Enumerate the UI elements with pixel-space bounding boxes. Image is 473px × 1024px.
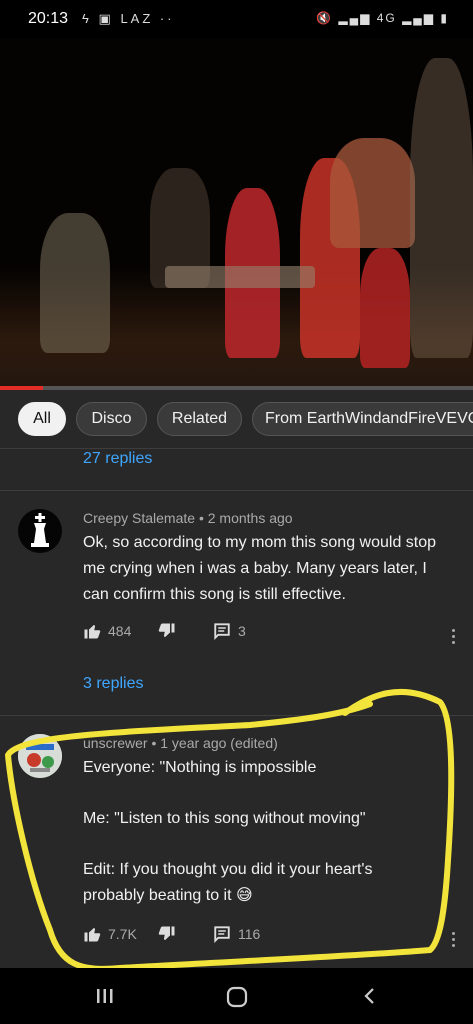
video-performer xyxy=(40,213,110,353)
recents-icon[interactable] xyxy=(95,986,115,1011)
comment-icon xyxy=(214,623,230,640)
video-performer xyxy=(330,138,415,248)
comment-actions: 484 3 xyxy=(83,622,463,642)
comment-text: Ok, so according to my mom this song wou… xyxy=(83,534,437,603)
like-count: 484 xyxy=(108,623,132,639)
comment-actions: 7.7K 116 xyxy=(83,925,463,945)
chip-from-channel[interactable]: From EarthWindandFireVEVO xyxy=(252,402,473,436)
avatar[interactable] xyxy=(18,734,62,778)
signal-icon: ▂▄▆ xyxy=(402,11,436,25)
replies-link[interactable]: 3 replies xyxy=(83,675,143,693)
filter-chips: All Disco Related From EarthWindandFireV… xyxy=(0,390,473,448)
home-icon[interactable] xyxy=(226,986,248,1013)
comment-meta: Creepy Stalemate • 2 months ago xyxy=(83,510,293,526)
replies-link-previous[interactable]: 27 replies xyxy=(83,450,152,468)
dislike-button[interactable] xyxy=(158,622,176,640)
chip-disco[interactable]: Disco xyxy=(76,402,147,436)
video-performer xyxy=(360,248,410,368)
divider xyxy=(0,490,473,491)
comment-text-line: Everyone: "Nothing is impossible xyxy=(83,759,317,776)
reply-button[interactable]: 3 xyxy=(213,622,246,640)
comment-text-line: Edit: If you thought you did it your hea… xyxy=(83,861,373,904)
status-time: 20:13 xyxy=(28,10,69,27)
gallery-icon: ▣ xyxy=(98,11,114,26)
more-options-icon[interactable] xyxy=(452,626,455,647)
reply-button[interactable]: 116 xyxy=(213,925,260,943)
more-dots-icon: ·· xyxy=(159,11,175,26)
laz-label: LAZ xyxy=(120,11,154,26)
messenger-icon: ϟ xyxy=(82,11,92,26)
more-options-icon[interactable] xyxy=(452,929,455,950)
avatar[interactable] xyxy=(18,509,62,553)
comment-icon xyxy=(214,926,230,943)
video-player[interactable] xyxy=(0,38,473,388)
thumbs-up-icon xyxy=(84,625,101,639)
chess-king-icon xyxy=(31,513,49,547)
like-button[interactable]: 484 xyxy=(83,622,131,640)
divider xyxy=(0,448,473,449)
chip-all[interactable]: All xyxy=(18,402,66,436)
like-count: 7.7K xyxy=(108,926,137,942)
chip-related[interactable]: Related xyxy=(157,402,242,436)
status-bar: 20:13 ϟ ▣ LAZ ·· 🔇 ▂▄▆ 4G ▂▄▆ ▮ xyxy=(0,0,473,38)
navigation-bar xyxy=(0,968,473,1024)
like-button[interactable]: 7.7K xyxy=(83,925,137,943)
video-performer xyxy=(410,58,473,358)
system-icons: 🔇 ▂▄▆ 4G ▂▄▆ ▮ xyxy=(316,11,449,25)
reply-count: 116 xyxy=(238,926,261,942)
avatar-image xyxy=(18,734,62,778)
signal-icon: ▂▄▆ xyxy=(338,11,372,25)
4g-icon: 4G xyxy=(376,11,397,25)
reply-count: 3 xyxy=(238,623,246,639)
dislike-button[interactable] xyxy=(158,925,176,943)
comment-meta: unscrewer • 1 year ago (edited) xyxy=(83,735,278,751)
divider xyxy=(0,715,473,716)
thumbs-up-icon xyxy=(84,928,101,942)
back-icon[interactable] xyxy=(360,986,380,1011)
notification-icons: ϟ ▣ LAZ ·· xyxy=(82,11,175,27)
video-drum-kit xyxy=(165,266,315,288)
thumbs-down-icon xyxy=(158,926,175,940)
battery-icon: ▮ xyxy=(440,11,449,25)
comment-text-line: Me: "Listen to this song without moving" xyxy=(83,810,366,827)
thumbs-down-icon xyxy=(158,623,175,637)
mute-icon: 🔇 xyxy=(316,11,334,25)
